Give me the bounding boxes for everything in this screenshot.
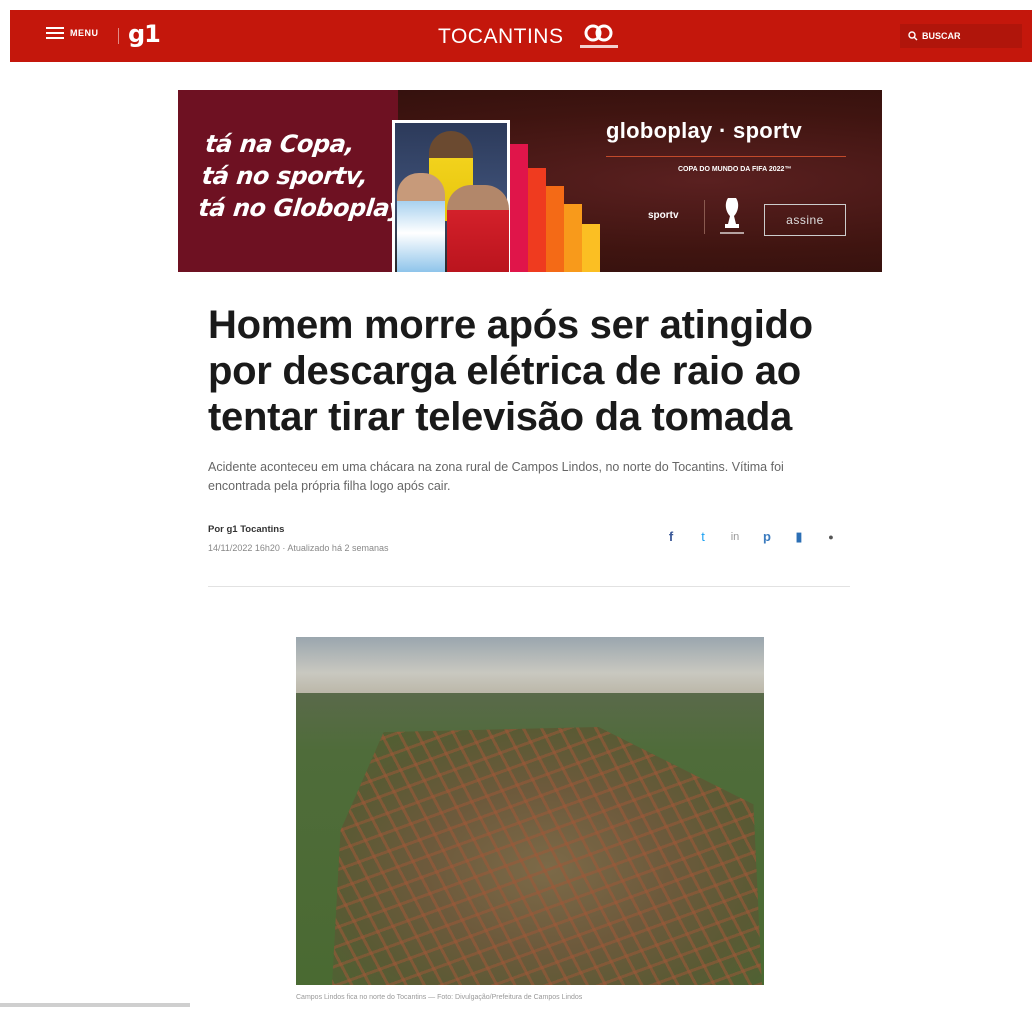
- horizontal-scrollbar[interactable]: [0, 1003, 190, 1007]
- menu-button[interactable]: MENU: [46, 27, 99, 39]
- share-bar: f t in p ▮ ●: [664, 530, 838, 544]
- ad-slogan-line: tá na Copa,: [203, 130, 356, 158]
- ad-banner[interactable]: tá na Copa, tá no sportv, tá no Globopla…: [178, 90, 882, 272]
- article-headline: Homem morre após ser atingido por descar…: [208, 303, 813, 439]
- facebook-icon[interactable]: f: [664, 530, 678, 544]
- menu-label: MENU: [70, 28, 99, 38]
- search-icon: [908, 31, 918, 41]
- ad-slogan-line: tá no Globoplay.: [197, 194, 412, 222]
- region-title[interactable]: TOCANTINS: [438, 25, 563, 49]
- world-cup-trophy-icon: [720, 198, 744, 234]
- search-button[interactable]: BUSCAR: [900, 24, 1022, 48]
- whatsapp-icon[interactable]: ▮: [792, 530, 806, 544]
- photo-caption: Campos Lindos fica no norte do Tocantins…: [296, 994, 583, 1001]
- ad-cup-text: COPA DO MUNDO DA FIFA 2022™: [678, 166, 792, 173]
- search-label: BUSCAR: [922, 31, 961, 41]
- article-byline[interactable]: Por g1 Tocantins: [208, 524, 284, 535]
- article-subtitle: Acidente aconteceu em uma chácara na zon…: [208, 460, 784, 493]
- article-photo[interactable]: [296, 637, 764, 985]
- linkedin-icon[interactable]: in: [728, 530, 742, 544]
- ad-slogan: tá na Copa, tá no sportv, tá no Globopla…: [197, 128, 419, 224]
- ad-brand: globoplay · sportv: [606, 118, 803, 143]
- subscribe-button[interactable]: assine: [764, 204, 846, 236]
- telegram-icon[interactable]: ●: [824, 530, 838, 544]
- hamburger-icon: [46, 27, 64, 39]
- ad-slogan-line: tá no sportv,: [200, 162, 370, 190]
- g1-logo[interactable]: g1: [128, 20, 161, 48]
- photo-sky: [296, 637, 764, 697]
- ad-rule: [606, 156, 846, 157]
- pinterest-icon[interactable]: p: [760, 530, 774, 544]
- ad-sportv-logo: sportv: [648, 210, 679, 221]
- section-divider: [208, 586, 850, 587]
- ad-color-bars: [510, 144, 606, 272]
- ad-separator: [704, 200, 705, 234]
- header-divider: [118, 28, 119, 44]
- ad-players-photo: [392, 120, 510, 272]
- twitter-icon[interactable]: t: [696, 530, 710, 544]
- tv-anhanguera-logo-icon: [580, 24, 618, 48]
- article-dates: 14/11/2022 16h20 · Atualizado há 2 seman…: [208, 543, 389, 553]
- top-navbar: MENU g1 TOCANTINS BUSCAR: [10, 10, 1032, 62]
